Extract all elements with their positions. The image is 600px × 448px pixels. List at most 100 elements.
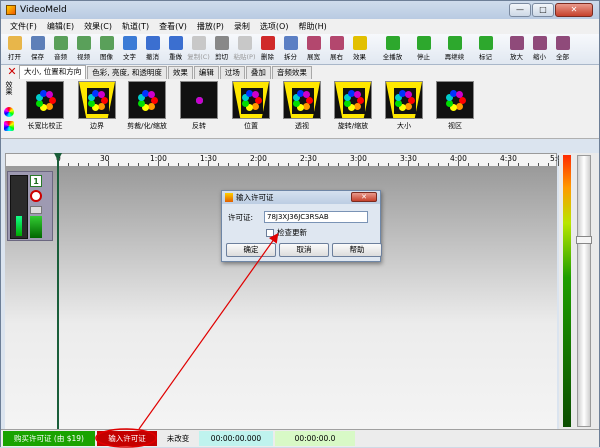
mute-icon[interactable] bbox=[30, 190, 42, 202]
license-dialog: 输入许可证 ✕ 许可证: 78J3XJ36JC3RSAB 检查更新 确定 取消 … bbox=[221, 190, 382, 262]
effects-side-label: 效果 bbox=[5, 81, 13, 95]
toolbar-label: 缩小 bbox=[533, 53, 546, 61]
tab-6[interactable]: 音频效果 bbox=[271, 66, 312, 79]
tab-0[interactable]: 大小, 位置和方向 bbox=[19, 65, 87, 79]
close-button[interactable]: ✕ bbox=[555, 3, 593, 17]
palette-icon[interactable] bbox=[4, 121, 14, 131]
volume-slider-thumb[interactable] bbox=[576, 236, 592, 244]
dialog-close-button[interactable]: ✕ bbox=[351, 192, 377, 202]
zoom-in-icon bbox=[509, 36, 524, 50]
minimize-button[interactable]: — bbox=[509, 3, 531, 17]
tab-4[interactable]: 过场 bbox=[219, 66, 245, 79]
track-clip[interactable]: 1 bbox=[7, 171, 53, 241]
effect-7[interactable]: 大小 bbox=[380, 81, 428, 131]
ruler-minor-tick bbox=[488, 163, 489, 166]
menu-item-5[interactable]: 播放(P) bbox=[192, 21, 229, 32]
toolbar-label: 展右 bbox=[330, 53, 343, 61]
playhead[interactable] bbox=[54, 153, 62, 429]
effect-8[interactable]: 视区 bbox=[431, 81, 479, 131]
ruler-minor-tick bbox=[538, 163, 539, 166]
toolbar-button-19[interactable]: 标记 bbox=[470, 34, 501, 65]
stop-icon bbox=[416, 36, 431, 50]
menu-item-0[interactable]: 文件(F) bbox=[5, 21, 42, 32]
ruler-minor-tick bbox=[198, 163, 199, 166]
toolbar-label: 全播放 bbox=[382, 53, 403, 61]
toolbar-button-21[interactable]: 缩小 bbox=[528, 34, 551, 65]
toolbar-button-0[interactable]: 打开 bbox=[3, 34, 26, 65]
effect-label: 大小 bbox=[397, 122, 411, 130]
title-bar: VideoMeld — □ ✕ bbox=[1, 1, 599, 19]
toolbar-button-18[interactable]: 再继续 bbox=[439, 34, 470, 65]
toolbar-button-16[interactable]: 全播放 bbox=[377, 34, 408, 65]
track-volume-meter bbox=[30, 216, 42, 238]
toolbar-button-1[interactable]: 保存 bbox=[26, 34, 49, 65]
ruler-tick bbox=[358, 161, 359, 166]
toolbar-button-20[interactable]: 放大 bbox=[505, 34, 528, 65]
effect-0[interactable]: 长宽比校正 bbox=[21, 81, 69, 131]
toolbar-button-15[interactable]: 效果 bbox=[348, 34, 371, 65]
lock-icon[interactable] bbox=[30, 206, 42, 214]
effect-2[interactable]: 剪裁/化/缩放 bbox=[123, 81, 171, 131]
color-wheel-icon[interactable] bbox=[4, 107, 14, 117]
check-updates-checkbox[interactable] bbox=[266, 228, 274, 237]
menu-item-3[interactable]: 轨道(T) bbox=[117, 21, 154, 32]
ruler-minor-tick bbox=[528, 163, 529, 166]
app-window: VideoMeld — □ ✕ 文件(F) 编辑(E) 效果(C) 轨道(T) 查看(V… bbox=[0, 0, 600, 448]
toolbar-button-13[interactable]: 展宽 bbox=[302, 34, 325, 65]
effect-thumbnail bbox=[385, 81, 423, 119]
close-panel-icon[interactable]: ✕ bbox=[5, 65, 19, 79]
menu-item-2[interactable]: 效果(C) bbox=[79, 21, 117, 32]
toolbar-button-12[interactable]: 拆分 bbox=[279, 34, 302, 65]
ruler-minor-tick bbox=[468, 163, 469, 166]
toolbar-button-5[interactable]: 文字 bbox=[118, 34, 141, 65]
timeline-ruler[interactable]: 0301:001:302:002:303:003:304:004:305:0 bbox=[5, 153, 562, 167]
save-icon bbox=[30, 36, 45, 50]
cancel-button[interactable]: 取消 bbox=[279, 243, 329, 257]
effect-thumbnail bbox=[180, 81, 218, 119]
expand-icon bbox=[306, 36, 321, 50]
menu-item-8[interactable]: 帮助(H) bbox=[293, 21, 331, 32]
toolbar-button-8[interactable]: 复制(C) bbox=[187, 34, 210, 65]
ok-button[interactable]: 确定 bbox=[226, 243, 276, 257]
toolbar-button-3[interactable]: 视频 bbox=[72, 34, 95, 65]
license-input[interactable]: 78J3XJ36JC3RSAB bbox=[264, 211, 368, 223]
effect-4[interactable]: 位置 bbox=[227, 81, 275, 131]
menu-item-6[interactable]: 录制 bbox=[229, 21, 255, 32]
toolbar-button-2[interactable]: 音频 bbox=[49, 34, 72, 65]
ruler-tick bbox=[108, 161, 109, 166]
toolbar-label: 效果 bbox=[353, 53, 366, 61]
menu-item-1[interactable]: 编辑(E) bbox=[42, 21, 79, 32]
enter-license-button[interactable]: 输入许可证 bbox=[97, 431, 157, 446]
effect-5[interactable]: 透视 bbox=[278, 81, 326, 131]
effect-3[interactable]: 反转 bbox=[175, 81, 223, 131]
maximize-button[interactable]: □ bbox=[532, 3, 554, 17]
tab-2[interactable]: 效果 bbox=[167, 66, 193, 79]
tab-1[interactable]: 色彩, 亮度, 和透明度 bbox=[87, 66, 167, 79]
tab-5[interactable]: 叠加 bbox=[245, 66, 271, 79]
toolbar-button-9[interactable]: 剪切 bbox=[210, 34, 233, 65]
effect-6[interactable]: 旋转/缩放 bbox=[329, 81, 377, 131]
check-updates-row[interactable]: 检查更新 bbox=[266, 227, 307, 238]
toolbar-button-4[interactable]: 图像 bbox=[95, 34, 118, 65]
toolbar-button-17[interactable]: 停止 bbox=[408, 34, 439, 65]
volume-slider[interactable] bbox=[576, 155, 592, 427]
effect-label: 透视 bbox=[295, 122, 309, 130]
buy-license-button[interactable]: 购买许可证 (由 $19) bbox=[3, 431, 95, 446]
toolbar-button-22[interactable]: 全部 bbox=[551, 34, 574, 65]
toolbar-button-14[interactable]: 展右 bbox=[325, 34, 348, 65]
tab-3[interactable]: 编辑 bbox=[193, 66, 219, 79]
effect-thumbnail bbox=[283, 81, 321, 119]
menu-item-7[interactable]: 选项(O) bbox=[255, 21, 294, 32]
toolbar-button-11[interactable]: 删除 bbox=[256, 34, 279, 65]
toolbar-button-6[interactable]: 撤消 bbox=[141, 34, 164, 65]
status-bar: 购买许可证 (由 $19) 输入许可证 未改变 00:00:00.000 00:… bbox=[1, 429, 599, 447]
toolbar-button-7[interactable]: 重做 bbox=[164, 34, 187, 65]
effect-label: 旋转/缩放 bbox=[337, 122, 369, 130]
toolbar-button-10[interactable]: 粘贴(P) bbox=[233, 34, 256, 65]
effect-label: 反转 bbox=[192, 122, 206, 130]
help-button[interactable]: 帮助 bbox=[332, 243, 382, 257]
menu-item-4[interactable]: 查看(V) bbox=[154, 21, 192, 32]
ruler-minor-tick bbox=[138, 163, 139, 166]
license-label: 许可证: bbox=[228, 212, 254, 222]
effect-1[interactable]: 边界 bbox=[73, 81, 121, 131]
